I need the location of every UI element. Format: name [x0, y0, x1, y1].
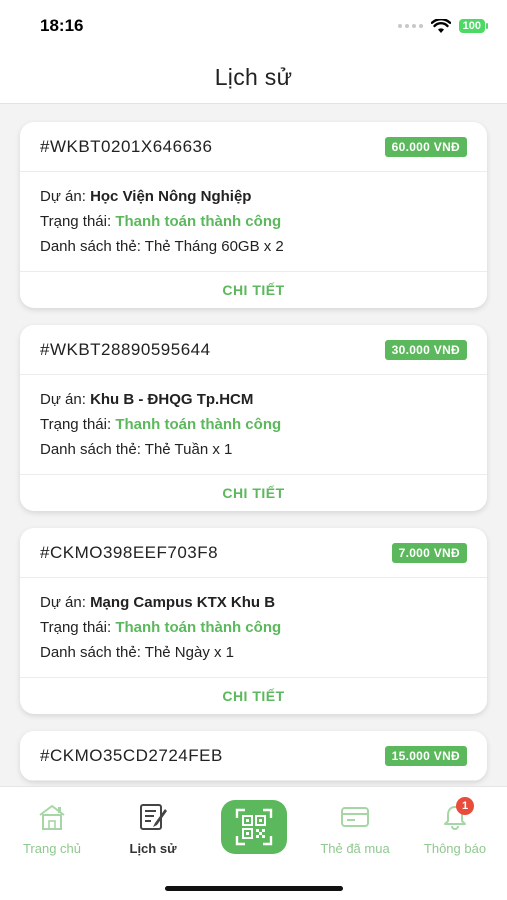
qr-scan-button[interactable] — [221, 800, 287, 854]
page-header: Lịch sử — [0, 52, 507, 104]
status-label: Trạng thái: — [40, 213, 116, 230]
detail-button[interactable]: CHI TIẾT — [20, 475, 487, 511]
project-label: Dự án: — [40, 188, 91, 205]
status-value: Thanh toán thành công — [115, 416, 282, 433]
history-list[interactable]: #WKBT0201X646636 60.000 VNĐ Dự án: Học V… — [0, 104, 507, 786]
amount-badge: 30.000 VNĐ — [384, 339, 467, 360]
cards-row: Danh sách thẻ: Thẻ Ngày x 1 — [40, 640, 467, 665]
nav-notifications-label: Thông báo — [423, 841, 487, 856]
order-card: #WKBT0201X646636 60.000 VNĐ Dự án: Học V… — [20, 122, 487, 308]
order-id: #WKBT0201X646636 — [40, 136, 213, 156]
nav-history-label: Lịch sử — [129, 841, 177, 856]
project-value: Học Viện Nông Nghiệp — [90, 188, 252, 205]
project-value: Khu B - ĐHQG Tp.HCM — [90, 391, 254, 408]
status-label: Trạng thái: — [40, 416, 116, 433]
home-indicator — [165, 886, 343, 891]
status-value: Thanh toán thành công — [115, 619, 282, 636]
order-card: #CKMO398EEF703F8 7.000 VNĐ Dự án: Mạng C… — [20, 528, 487, 714]
nav-purchased-label: Thẻ đã mua — [320, 841, 390, 856]
status-value: Thanh toán thành công — [115, 213, 282, 230]
cards-value: Thẻ Ngày x 1 — [144, 644, 235, 661]
cards-label: Danh sách thẻ: — [40, 238, 145, 255]
order-card-body: Dự án: Khu B - ĐHQG Tp.HCM Trạng thái: T… — [20, 375, 487, 475]
project-value: Mạng Campus KTX Khu B — [90, 594, 276, 611]
amount-badge: 60.000 VNĐ — [384, 136, 467, 157]
order-card: #CKMO35CD2724FEB 15.000 VNĐ — [20, 731, 487, 781]
order-card-header: #CKMO35CD2724FEB 15.000 VNĐ — [20, 731, 487, 781]
nav-home[interactable]: Trang chủ — [7, 801, 97, 856]
status-label: Trạng thái: — [40, 619, 116, 636]
qr-scan-icon — [235, 808, 273, 846]
project-label: Dự án: — [40, 391, 91, 408]
nav-home-label: Trang chủ — [22, 841, 82, 856]
cards-row: Danh sách thẻ: Thẻ Tháng 60GB x 2 — [40, 234, 467, 259]
home-icon — [35, 801, 69, 833]
status-indicators: 100 — [397, 18, 489, 34]
cards-value: Thẻ Tháng 60GB x 2 — [144, 238, 284, 255]
status-row: Trạng thái: Thanh toán thành công — [40, 412, 467, 437]
order-id: #CKMO35CD2724FEB — [40, 745, 223, 765]
nav-notifications[interactable]: Thông báo — [410, 801, 500, 856]
history-icon — [136, 801, 170, 833]
nav-history[interactable]: Lịch sử — [108, 801, 198, 856]
cards-row: Danh sách thẻ: Thẻ Tuần x 1 — [40, 437, 467, 462]
status-bar: 18:16 100 — [0, 0, 507, 52]
project-row: Dự án: Học Viện Nông Nghiệp — [40, 184, 467, 209]
order-card-header: #WKBT28890595644 30.000 VNĐ — [20, 325, 487, 375]
order-card-body: Dự án: Học Viện Nông Nghiệp Trạng thái: … — [20, 172, 487, 272]
status-row: Trạng thái: Thanh toán thành công — [40, 615, 467, 640]
nav-purchased-cards[interactable]: Thẻ đã mua — [310, 801, 400, 856]
order-card-body: Dự án: Mạng Campus KTX Khu B Trạng thái:… — [20, 578, 487, 678]
detail-button-label: CHI TIẾT — [222, 485, 285, 501]
order-id: #CKMO398EEF703F8 — [40, 542, 219, 562]
project-row: Dự án: Khu B - ĐHQG Tp.HCM — [40, 387, 467, 412]
detail-button-label: CHI TIẾT — [222, 688, 285, 704]
cards-label: Danh sách thẻ: — [40, 644, 145, 661]
status-row: Trạng thái: Thanh toán thành công — [40, 209, 467, 234]
wifi-icon — [430, 18, 451, 33]
detail-button[interactable]: CHI TIẾT — [20, 272, 487, 308]
card-icon — [338, 801, 372, 833]
order-card-header: #WKBT0201X646636 60.000 VNĐ — [20, 122, 487, 172]
amount-badge: 15.000 VNĐ — [384, 745, 467, 766]
order-id: #WKBT28890595644 — [40, 339, 211, 359]
battery-icon: 100 — [458, 19, 489, 33]
project-label: Dự án: — [40, 594, 91, 611]
status-time: 18:16 — [40, 16, 84, 35]
project-row: Dự án: Mạng Campus KTX Khu B — [40, 590, 467, 615]
detail-button[interactable]: CHI TIẾT — [20, 678, 487, 714]
detail-button-label: CHI TIẾT — [222, 282, 285, 298]
order-card: #WKBT28890595644 30.000 VNĐ Dự án: Khu B… — [20, 325, 487, 511]
notification-badge: 1 — [456, 797, 474, 815]
cards-value: Thẻ Tuần x 1 — [144, 441, 233, 458]
amount-badge: 7.000 VNĐ — [391, 542, 467, 563]
page-title: Lịch sử — [214, 64, 293, 90]
cards-label: Danh sách thẻ: — [40, 441, 145, 458]
order-card-header: #CKMO398EEF703F8 7.000 VNĐ — [20, 528, 487, 578]
signal-icon — [397, 24, 423, 28]
